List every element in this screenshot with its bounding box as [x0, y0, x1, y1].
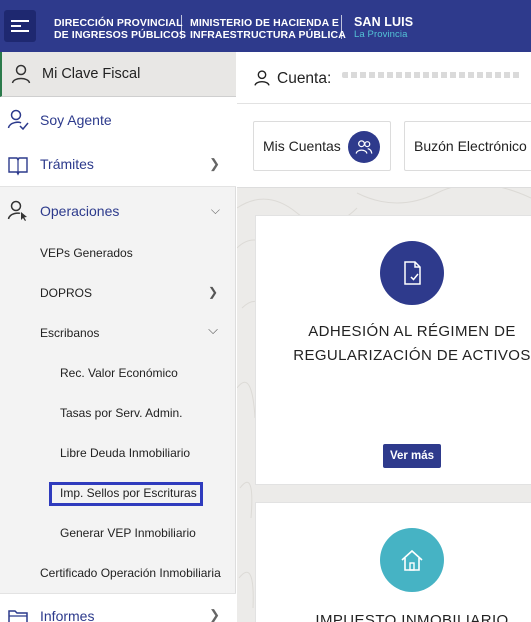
sidebar-item-label: Informes: [40, 608, 95, 622]
chevron-right-icon: ❯: [207, 285, 218, 299]
ver-mas-button[interactable]: Ver más: [383, 444, 441, 468]
user-pointer-icon: [7, 200, 27, 221]
card-title: ADHESIÓN AL RÉGIMEN DE REGULARIZACIÓN DE…: [256, 320, 531, 368]
sidebar-item-operaciones[interactable]: Operaciones ⌵: [0, 188, 236, 233]
brand-san-luis: SAN LUIS La Provincia: [354, 16, 413, 41]
adhesion-card: ADHESIÓN AL RÉGIMEN DE REGULARIZACIÓN DE…: [255, 215, 531, 485]
chevron-down-icon: ⌵: [208, 322, 218, 337]
user-check-icon: [7, 109, 29, 130]
mis-cuentas-label: Mis Cuentas: [263, 138, 341, 154]
submenu-generar-vep-inmobiliario[interactable]: Generar VEP Inmobiliario: [60, 526, 196, 540]
sidebar-item-mi-clave-fiscal[interactable]: Mi Clave Fiscal: [0, 52, 236, 97]
sidebar-item-label: Trámites: [40, 156, 94, 172]
quick-access-row: Mis Cuentas Buzón Electrónico: [237, 104, 531, 188]
sidebar-item-tramites[interactable]: Trámites ❯: [0, 142, 236, 187]
user-icon: [254, 70, 270, 86]
account-label: Cuenta:: [277, 70, 332, 87]
account-value-redacted: [342, 72, 522, 78]
users-icon: [348, 131, 380, 163]
submenu-veps-generados[interactable]: VEPs Generados: [40, 246, 133, 260]
submenu-certificado-operacion-inmobiliaria[interactable]: Certificado Operación Inmobiliaria: [40, 566, 221, 580]
buzon-electronico-card[interactable]: Buzón Electrónico: [404, 121, 531, 171]
chevron-down-icon: ⌵: [210, 203, 220, 217]
submenu-escribanos[interactable]: Escribanos: [40, 326, 99, 340]
brand-ministerio-line2: INFRAESTRUCTURA PÚBLICA: [190, 29, 346, 41]
book-icon: [8, 157, 28, 176]
card-title-line2: REGULARIZACIÓN DE ACTIVOS: [293, 347, 531, 364]
chevron-right-icon: ❯: [209, 156, 220, 171]
brand-dpip: DIRECCIÓN PROVINCIAL DE INGRESOS PÚBLICO…: [54, 17, 186, 41]
selected-item-highlight: [49, 482, 203, 506]
account-bar: Cuenta:: [237, 52, 531, 104]
submenu-rec-valor-economico[interactable]: Rec. Valor Económico: [60, 366, 178, 380]
chevron-right-icon: ❯: [209, 607, 220, 622]
menu-icon: [11, 20, 29, 32]
submenu-dopros[interactable]: DOPROS: [40, 286, 92, 300]
mis-cuentas-card[interactable]: Mis Cuentas: [253, 121, 391, 171]
impuesto-inmobiliario-card: IMPUESTO INMOBILIARIO: [255, 502, 531, 622]
card-title-line1: ADHESIÓN AL RÉGIMEN DE: [308, 323, 516, 340]
brand-dpip-line2: DE INGRESOS PÚBLICOS: [54, 29, 187, 41]
header-divider: [341, 15, 342, 39]
submenu-libre-deuda-inmobiliario[interactable]: Libre Deuda Inmobiliario: [60, 446, 190, 460]
document-check-icon: [380, 241, 444, 305]
brand-dpip-line1: DIRECCIÓN PROVINCIAL: [54, 17, 183, 29]
main-content: ADHESIÓN AL RÉGIMEN DE REGULARIZACIÓN DE…: [237, 188, 531, 622]
buzon-electronico-label: Buzón Electrónico: [414, 138, 527, 154]
brand-san-luis-title: SAN LUIS: [354, 15, 414, 29]
brand-san-luis-subtitle: La Provincia: [354, 29, 408, 40]
submenu-tasas-serv-admin[interactable]: Tasas por Serv. Admin.: [60, 406, 183, 420]
sidebar-item-label: Soy Agente: [40, 111, 112, 128]
user-icon: [11, 64, 31, 84]
brand-ministerio: MINISTERIO DE HACIENDA E INFRAESTRUCTURA…: [190, 17, 346, 41]
sidebar: Mi Clave Fiscal Soy Agente Trámites ❯ Op…: [0, 52, 236, 622]
sidebar-item-soy-agente[interactable]: Soy Agente: [0, 97, 236, 142]
top-header: DIRECCIÓN PROVINCIAL DE INGRESOS PÚBLICO…: [0, 0, 531, 52]
brand-ministerio-line1: MINISTERIO DE HACIENDA E: [190, 17, 340, 29]
header-divider: [181, 15, 182, 39]
sidebar-item-label: Operaciones: [40, 202, 120, 219]
folder-icon: [8, 610, 28, 622]
hamburger-menu-button[interactable]: [4, 10, 36, 42]
home-icon: [380, 528, 444, 592]
sidebar-item-informes[interactable]: Informes ❯: [0, 593, 236, 622]
card-title: IMPUESTO INMOBILIARIO: [315, 612, 509, 622]
sidebar-item-label: Mi Clave Fiscal: [42, 66, 141, 82]
